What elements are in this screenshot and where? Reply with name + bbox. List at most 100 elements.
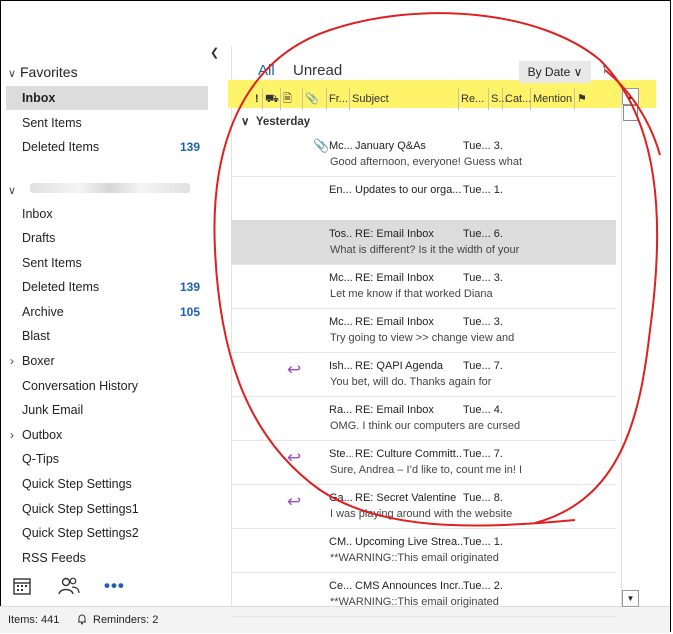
message-row[interactable]: Ce... CMS Announces Incr... Tue... 2.. **WA… <box>231 572 616 617</box>
message-row[interactable]: ↩ Ga... RE: Secret Valentine Tue... 8.. I wa… <box>231 484 616 529</box>
message-preview: Sure, Andrea – I’d like to, count me in!… <box>330 464 522 476</box>
flag-icon[interactable]: ⚑ <box>575 88 595 110</box>
folder-item[interactable]: Inbox <box>0 202 208 226</box>
folder-item[interactable]: Quick Step Settings1 <box>0 497 208 521</box>
bell-icon <box>76 607 88 633</box>
favorites-header[interactable]: ∨ Favorites <box>8 64 78 80</box>
message-preview: OMG. I think our computers are cursed <box>330 420 521 432</box>
message-from: Ce... <box>329 580 353 592</box>
favorite-item-inbox[interactable]: Inbox <box>6 86 208 110</box>
message-subject: Upcoming Live Strea... <box>355 536 463 548</box>
message-from: Ish... <box>329 360 353 372</box>
replied-icon: ↩ <box>287 360 302 379</box>
col-importance[interactable]: ! <box>253 88 263 110</box>
folder-item-label: Quick Step Settings1 <box>22 502 139 516</box>
message-date: Tue... 7.. <box>463 360 503 372</box>
message-from: Mc... <box>329 272 353 284</box>
message-from: Ra... <box>329 404 353 416</box>
message-preview: **WARNING::This email originated <box>330 596 499 608</box>
folder-item-label: Deleted Items <box>22 280 100 294</box>
chevron-right-icon[interactable]: › <box>10 349 14 373</box>
column-header-row: ! ⛟ 🗎 📎 Fr... Subject Re... S... Cat... … <box>231 88 641 110</box>
favorite-item-label: Inbox <box>22 91 56 105</box>
scroll-up-button[interactable]: ▲ <box>622 88 639 105</box>
items-count: Items: 441 <box>8 614 60 626</box>
message-row[interactable]: CM... Upcoming Live Strea... Tue... 1.. **W… <box>231 528 616 573</box>
chevron-down-icon: ∨ <box>8 185 17 197</box>
message-date: Tue... 7.. <box>463 448 503 460</box>
sort-direction-icon[interactable]: ↑ <box>601 60 609 77</box>
folder-item[interactable]: › Outbox <box>0 423 208 447</box>
message-date: Tue... 8.. <box>463 492 503 504</box>
folder-item[interactable]: Deleted Items 139 <box>0 275 208 299</box>
calendar-icon[interactable] <box>12 576 32 601</box>
favorite-item-deleted[interactable]: Deleted Items 139 <box>0 135 208 159</box>
message-row[interactable]: ↩ Ste... RE: Culture Committ... Tue... 7.. S… <box>231 440 616 485</box>
document-icon[interactable]: 🗎 <box>281 88 303 110</box>
folder-item-label: Sent Items <box>22 256 82 270</box>
more-icon[interactable]: ••• <box>104 576 125 596</box>
message-row[interactable]: ↩ Ish... RE: QAPI Agenda Tue... 7.. You bet,… <box>231 352 616 397</box>
message-subject: RE: Email Inbox <box>355 228 434 240</box>
message-date: Tue... 2.. <box>463 580 503 592</box>
message-subject: RE: Email Inbox <box>355 272 434 284</box>
message-row[interactable]: Tos... RE: Email Inbox Tue... 6.. What is d… <box>231 220 616 265</box>
reminders-count[interactable]: Reminders: 2 <box>93 607 158 633</box>
folder-item[interactable]: Q-Tips <box>0 447 208 471</box>
message-row[interactable]: Ra... RE: Email Inbox Tue... 4.. OMG. I thi… <box>231 396 616 441</box>
account-header[interactable]: ∨ <box>8 181 20 197</box>
folder-item[interactable]: Archive 105 <box>0 300 208 324</box>
folder-item[interactable]: Junk Email <box>0 398 208 422</box>
scrollbar[interactable]: ▲ ▼ <box>621 88 639 608</box>
folder-item[interactable]: Sent Items <box>0 251 208 275</box>
chevron-down-icon: ∨ <box>8 68 17 80</box>
col-subject[interactable]: Subject <box>350 88 459 110</box>
message-row[interactable]: Mc... RE: Email Inbox Tue... 3.. Let me kno… <box>231 264 616 309</box>
folder-item[interactable]: Blast <box>0 324 208 348</box>
group-header[interactable]: ∨ Yesterday <box>241 114 310 128</box>
collapse-pane-button[interactable]: ❮ <box>210 46 219 59</box>
unread-count: 105 <box>179 305 200 319</box>
paperclip-icon[interactable]: 📎 <box>303 88 327 110</box>
folder-item[interactable]: Drafts <box>0 226 208 250</box>
message-from: Mc... <box>329 140 353 152</box>
folder-item-label: Junk Email <box>22 403 84 417</box>
col-size[interactable]: S... <box>489 88 508 110</box>
sort-by-dropdown[interactable]: By Date ∨ <box>519 61 591 83</box>
folder-item-label: Archive <box>22 305 64 319</box>
col-category[interactable]: Cat... <box>503 88 531 110</box>
paperclip-icon: 📎 <box>313 138 330 153</box>
message-row[interactable]: Mc... RE: Email Inbox Tue... 3.. Try going … <box>231 308 616 353</box>
scroll-down-button[interactable]: ▼ <box>622 590 639 607</box>
col-from[interactable]: Fr... <box>327 88 350 110</box>
favorite-item-sent[interactable]: Sent Items <box>0 111 208 135</box>
message-preview: Try going to view >> change view and <box>330 332 515 344</box>
message-date: Tue... 4.. <box>463 404 503 416</box>
message-subject: RE: Email Inbox <box>355 404 434 416</box>
message-date: Tue... 1.. <box>463 184 503 196</box>
unread-count: 139 <box>179 140 200 154</box>
folder-item[interactable]: Conversation History <box>0 374 208 398</box>
folder-item[interactable]: Quick Step Settings2 <box>0 521 208 545</box>
message-row[interactable]: En... Updates to our orga... Tue... 1.. <box>231 176 616 221</box>
message-date: Tue... 3.. <box>463 140 503 152</box>
replied-icon: ↩ <box>287 492 302 511</box>
bell-icon[interactable]: ⛟ <box>263 88 281 110</box>
col-received[interactable]: Re... <box>459 88 489 110</box>
chevron-right-icon[interactable]: › <box>10 423 14 447</box>
message-row[interactable]: 📎 Mc... January Q&As Tue... 3.. Good afterno… <box>231 132 616 177</box>
message-date: Tue... 1.. <box>463 536 503 548</box>
folder-item[interactable]: Quick Step Settings <box>0 472 208 496</box>
message-preview: What is different? Is it the width of yo… <box>330 244 520 256</box>
folder-item-label: Q-Tips <box>22 452 60 466</box>
scroll-thumb[interactable] <box>623 105 638 121</box>
redacted-account-name <box>30 183 190 193</box>
folder-item[interactable]: › Boxer <box>0 349 208 373</box>
message-subject: January Q&As <box>355 140 426 152</box>
message-date: Tue... 3.. <box>463 272 503 284</box>
message-subject: RE: Culture Committ... <box>355 448 463 460</box>
replied-icon: ↩ <box>287 448 302 467</box>
people-icon[interactable] <box>58 576 80 601</box>
col-mention[interactable]: Mention <box>531 88 575 110</box>
message-preview: I was playing around with the website <box>330 508 513 520</box>
